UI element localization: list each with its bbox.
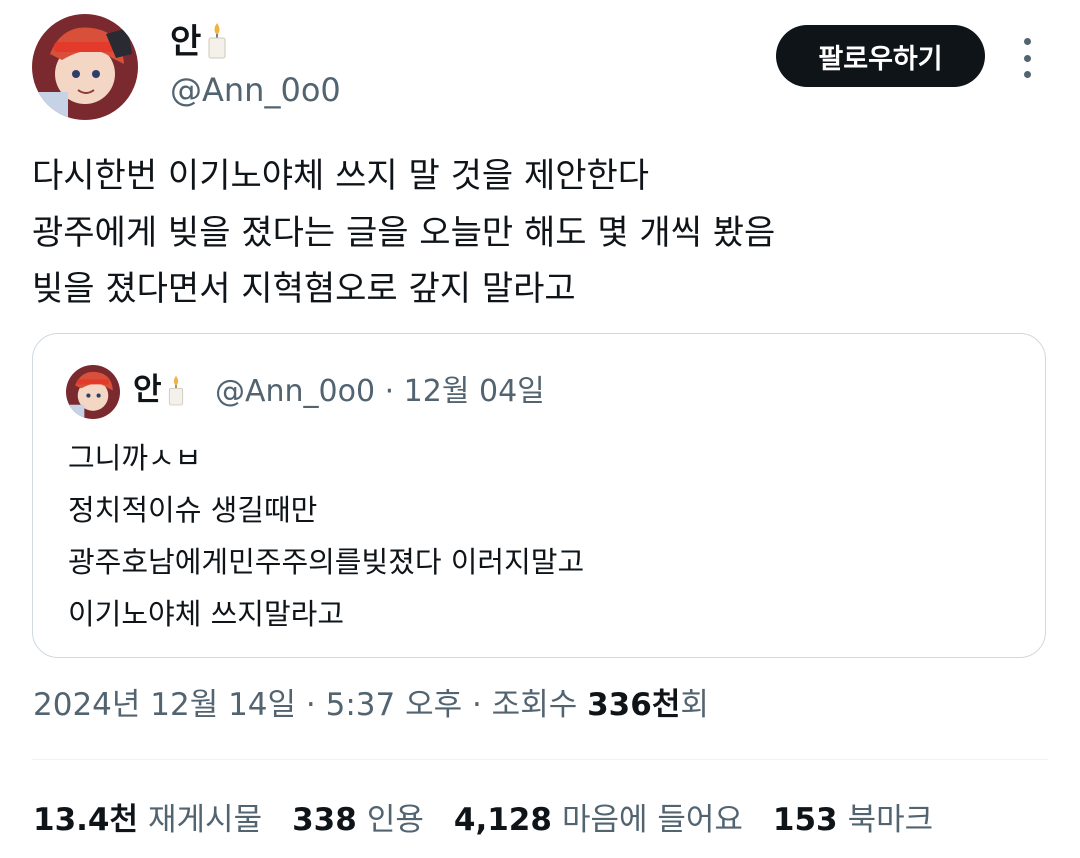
quoted-tweet-text: 그니까ㅅㅂ 정치적이슈 생길때만 광주호남에게민주주의를빚졌다 이러지말고 이기… [68,432,584,640]
quoted-line: 광주호남에게민주주의를빚졌다 이러지말고 [68,545,585,579]
quoted-line: 그니까ㅅㅂ [68,441,202,475]
reposts-label: 재게시물 [148,802,263,838]
tweet-timestamp[interactable]: 2024년 12월 14일 · 5:37 오후 · 조회수 [33,687,587,723]
reposts-stat[interactable]: 13.4천 재게시물 [33,797,262,843]
follow-button[interactable]: 팔로우하기 [776,25,985,87]
tweet-line: 다시한번 이기노야체 쓰지 말 것을 제안한다 [32,156,650,196]
tweet-meta: 2024년 12월 14일 · 5:37 오후 · 조회수 336천회 [33,683,709,727]
bookmarks-count: 153 [772,802,838,838]
quotes-stat[interactable]: 338 인용 [292,797,424,843]
candle-icon [205,21,229,70]
likes-count: 4,128 [453,802,552,838]
tweet-line: 빚을 졌다면서 지혁혐오로 갚지 말라고 [32,269,576,309]
quoted-line: 이기노야체 쓰지말라고 [68,597,345,631]
quoted-author-name-text: 안 [133,372,162,408]
engagement-stats: 13.4천 재게시물 338 인용 4,128 마음에 들어요 153 북마크 [33,797,933,843]
tweet-text: 다시한번 이기노야체 쓰지 말 것을 제안한다 광주에게 빚을 졌다는 글을 오… [32,148,1032,318]
more-vertical-icon[interactable] [1013,38,1041,78]
quoted-author-name: 안 [133,370,186,416]
author-avatar[interactable] [32,14,138,120]
quoted-tweet-card[interactable]: 안 @Ann_0o0 · 12월 04일 그니까ㅅㅂ 정치적이슈 생길때만 광주… [32,333,1046,658]
bookmarks-stat[interactable]: 153 북마크 [773,797,933,843]
quotes-label: 인용 [366,802,424,838]
author-display-name[interactable]: 안 [170,20,229,70]
quoted-handle-date: @Ann_0o0 · 12월 04일 [215,374,545,409]
view-count-suffix: 회 [680,687,709,723]
view-count: 336천 [587,687,681,723]
quoted-line: 정치적이슈 생길때만 [68,493,318,527]
divider [32,759,1048,760]
author-name-text: 안 [170,22,202,62]
likes-label: 마음에 들어요 [561,802,743,838]
author-handle[interactable]: @Ann_0o0 [170,70,341,110]
likes-stat[interactable]: 4,128 마음에 들어요 [454,797,743,843]
bookmarks-label: 북마크 [847,802,934,838]
candle-icon [166,374,186,416]
quotes-count: 338 [292,802,357,838]
reposts-count: 13.4천 [33,802,139,838]
quoted-author-avatar [66,365,120,419]
tweet-line: 광주에게 빚을 졌다는 글을 오늘만 해도 몇 개씩 봤음 [32,212,776,253]
